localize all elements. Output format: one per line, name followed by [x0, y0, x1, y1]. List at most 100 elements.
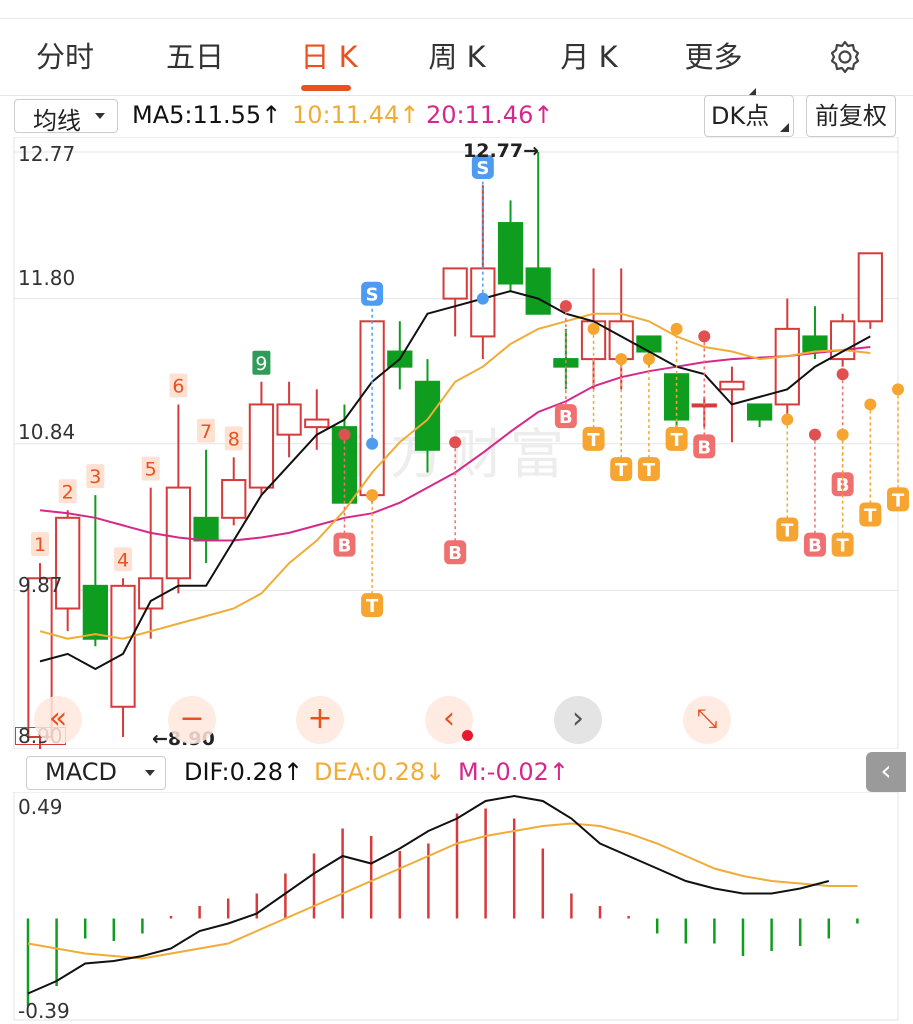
count-label: 5	[145, 459, 157, 481]
signal-dot	[366, 437, 379, 450]
signal-dot	[836, 368, 849, 381]
candle-body	[442, 267, 468, 300]
macd-chart[interactable]	[0, 792, 913, 1024]
signal-label: B	[808, 536, 822, 557]
signal-dot	[338, 428, 351, 441]
m-value: M:-0.02↑	[458, 758, 569, 786]
candle-body	[746, 403, 773, 421]
candle-body	[857, 252, 883, 323]
candle-body	[193, 516, 219, 542]
candle-body	[304, 418, 330, 429]
zoom-in-button[interactable]: +	[296, 696, 344, 744]
candle-body	[414, 380, 441, 451]
candle-body	[636, 335, 662, 353]
candle-body	[110, 584, 136, 708]
axis-label-top: 12.77	[18, 142, 76, 166]
candle	[221, 457, 247, 526]
candle-body	[525, 267, 551, 315]
count-label: 4	[117, 549, 129, 571]
candle	[248, 381, 275, 496]
count-label: 7	[200, 421, 212, 443]
signal-label: T	[670, 430, 683, 451]
ma20-value: 20:11.46↑	[426, 101, 554, 129]
signal-label: T	[643, 460, 656, 481]
signal-dot	[587, 322, 600, 335]
macd-selector[interactable]: MACD	[26, 756, 166, 790]
axis-label-2: 11.80	[18, 266, 76, 290]
chevron-down-icon	[145, 770, 155, 776]
count-label: 9	[255, 353, 267, 375]
gear-icon[interactable]	[827, 39, 863, 75]
signal-label: B	[559, 407, 573, 428]
axis-label-3: 10.84	[18, 420, 76, 444]
tab-more-label: 更多	[684, 40, 743, 74]
signal-label: T	[892, 490, 905, 511]
signal-dot	[836, 428, 849, 441]
dea-value: DEA:0.28↓	[314, 758, 446, 786]
adjust-forward-button[interactable]: 前复权	[806, 95, 896, 137]
candle-body	[276, 403, 302, 436]
corner-caret-icon	[780, 123, 789, 132]
count-label: 2	[62, 481, 74, 503]
tab-monthly-k[interactable]: 月 K	[546, 19, 632, 95]
candle	[857, 252, 883, 329]
period-tab-bar: 分时 五日 日 K 周 K 月 K 更多	[0, 18, 913, 96]
candle	[774, 298, 800, 420]
count-label: 3	[89, 466, 101, 488]
candle-body	[138, 577, 164, 610]
candle	[414, 359, 441, 473]
signal-label: T	[864, 505, 877, 526]
candle-body	[221, 479, 247, 519]
candle	[497, 200, 524, 292]
candle-body	[248, 403, 275, 489]
zoom-out-button[interactable]: −	[168, 696, 216, 744]
macd-axis-top: 0.49	[18, 795, 63, 819]
signal-label: B	[338, 536, 352, 557]
signal-label: B	[448, 543, 462, 564]
tab-more[interactable]: 更多	[670, 19, 770, 95]
macd-selector-label: MACD	[45, 758, 117, 786]
signal-label: T	[837, 536, 850, 557]
candle	[746, 403, 773, 428]
macd-axis-bottom: -0.39	[18, 999, 70, 1023]
candle	[442, 267, 468, 337]
kline-chart[interactable]: 123456789SSBBBBBBTTTTTTTTTT	[0, 137, 913, 749]
signal-dot	[698, 330, 711, 343]
ma10-value: 10:11.44↑	[292, 101, 420, 129]
prev-page-button[interactable]: «	[34, 696, 82, 744]
fullscreen-button[interactable]: ⤡	[683, 696, 731, 744]
candle	[55, 510, 81, 632]
signal-dot	[808, 428, 821, 441]
signal-label: T	[781, 521, 794, 542]
signal-dot	[781, 413, 794, 426]
new-data-dot	[462, 730, 473, 741]
tab-intraday[interactable]: 分时	[22, 19, 108, 95]
indicator-selector[interactable]: 均线	[14, 99, 118, 135]
chevron-down-icon	[95, 113, 105, 119]
candle	[304, 389, 330, 450]
signal-label: T	[587, 430, 600, 451]
signal-dot	[642, 353, 655, 366]
signal-label: T	[366, 596, 379, 617]
step-right-button[interactable]: ›	[554, 696, 602, 744]
signal-label: S	[366, 285, 379, 306]
tab-daily-k[interactable]: 日 K	[286, 19, 372, 95]
count-label: 8	[228, 428, 240, 450]
count-label: 1	[34, 534, 46, 556]
signal-dot	[670, 322, 683, 335]
candle-body	[165, 486, 192, 580]
collapse-panel-button[interactable]: ‹	[866, 752, 906, 792]
tab-five-day[interactable]: 五日	[152, 19, 238, 95]
candle	[193, 449, 219, 564]
dk-point-label: DK点	[711, 102, 770, 130]
candle	[525, 152, 551, 315]
indicator-selector-label: 均线	[33, 107, 81, 135]
candle	[276, 381, 302, 458]
count-label: 6	[172, 375, 184, 397]
candle	[387, 321, 413, 390]
tab-weekly-k[interactable]: 周 K	[414, 19, 500, 95]
signal-dot	[476, 292, 489, 305]
dk-point-button[interactable]: DK点	[704, 95, 794, 137]
signal-label: T	[615, 460, 628, 481]
high-price-note: 12.77→	[463, 140, 540, 162]
